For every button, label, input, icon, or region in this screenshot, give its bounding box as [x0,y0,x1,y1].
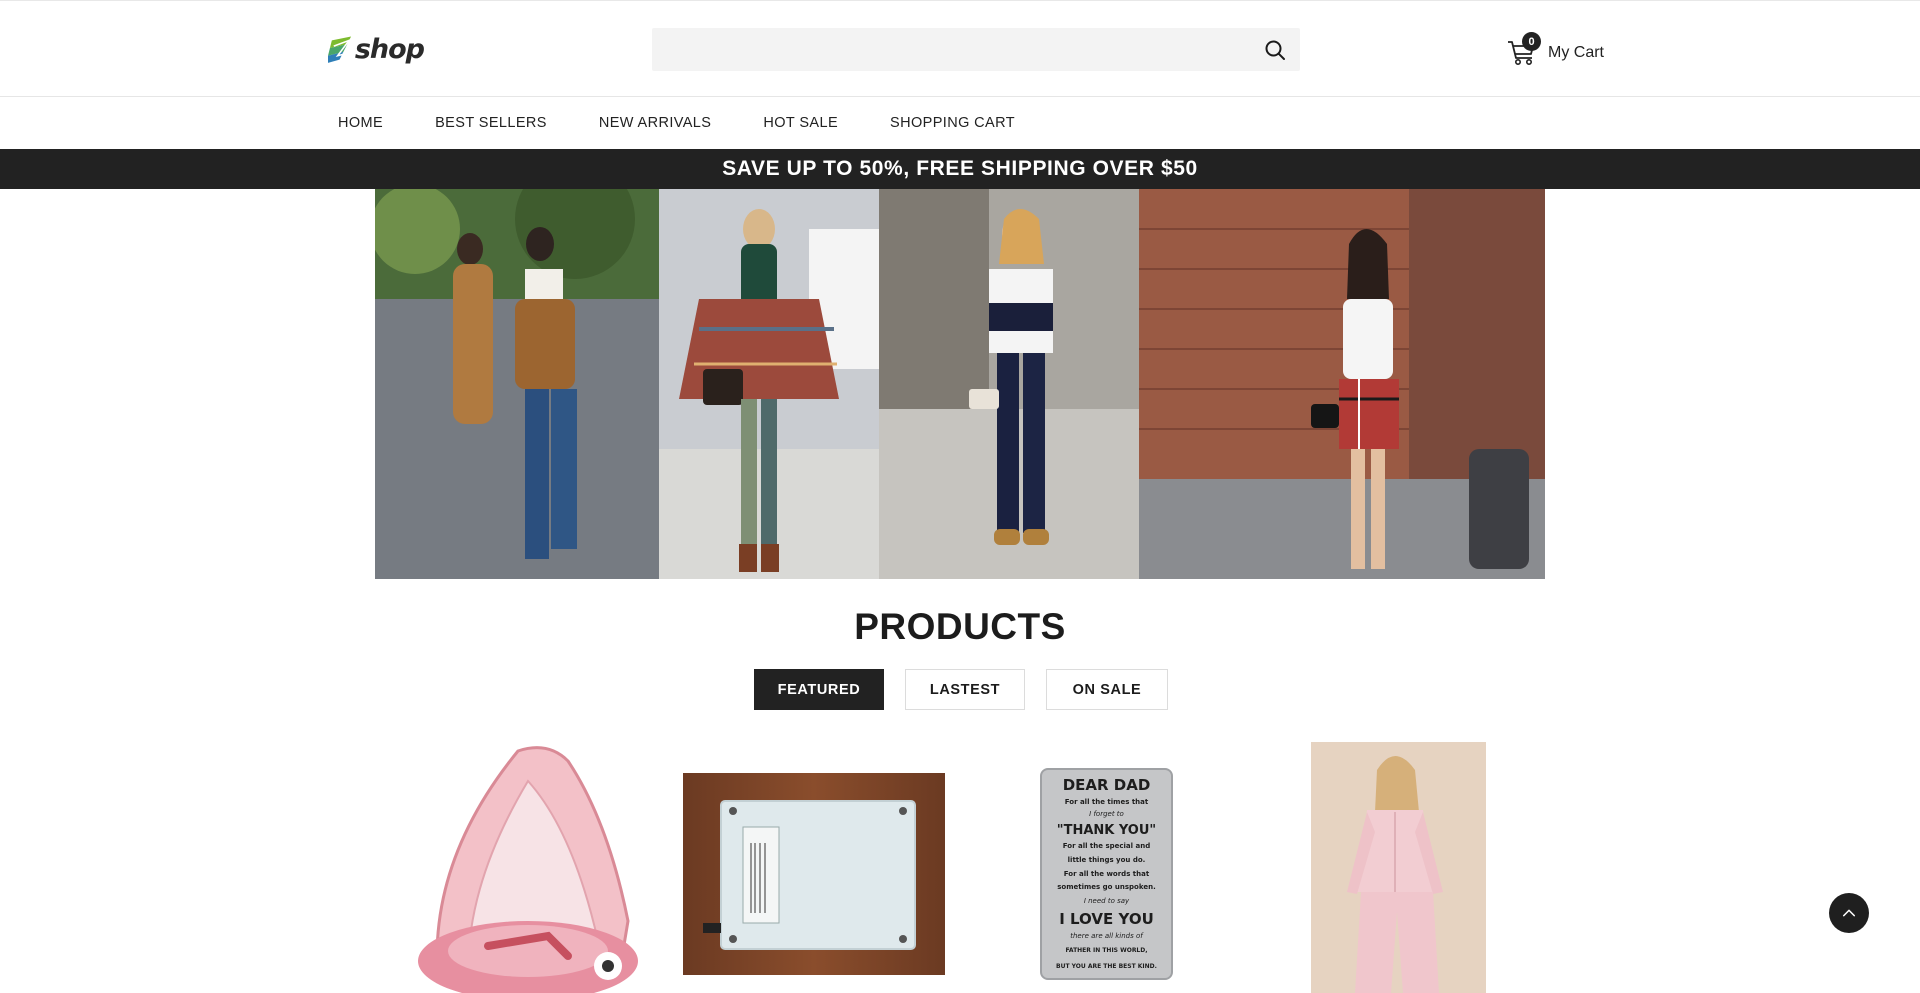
card-line-5: For all the special and [1063,842,1150,850]
logo-mark-icon [328,36,354,63]
nav-item-new-arrivals[interactable]: NEW ARRIVALS [599,115,712,131]
search-button[interactable] [1264,39,1286,61]
search-bar [652,28,1300,71]
card-line-1: DEAR DAD [1063,776,1151,794]
hero-panel-striped-tee [879,189,1139,579]
my-cart-link[interactable]: 0 My Cart [1506,29,1604,69]
product-card-4[interactable] [1311,742,1486,993]
card-line-11: there are all kinds of [1070,932,1144,940]
products-title: PRODUCTS [854,606,1066,647]
nav-item-best-sellers[interactable]: BEST SELLERS [435,115,547,131]
logo-text: shop [354,33,425,65]
card-line-3: I forget to [1089,810,1124,818]
promo-banner: SAVE UP TO 50%, FREE SHIPPING OVER $50 [0,149,1920,189]
product-card-3[interactable]: DEAR DAD For all the times that I forget… [1040,768,1173,980]
tab-on-sale[interactable]: ON SALE [1046,669,1168,710]
card-line-12: FATHER IN THIS WORLD, [1065,947,1147,954]
card-line-9: I need to say [1084,897,1130,905]
card-line-7: For all the words that [1064,870,1150,878]
nav-item-home[interactable]: HOME [338,115,383,131]
card-line-8: sometimes go unspoken. [1057,883,1155,891]
hero-banner[interactable] [375,189,1545,579]
product-image-dear-dad-card: DEAR DAD For all the times that I forget… [1040,768,1173,980]
hero-panel-street-walk [375,189,659,579]
product-card-2[interactable] [683,773,945,975]
product-card-1[interactable] [398,741,642,993]
nav-item-shopping-cart[interactable]: SHOPPING CART [890,115,1015,131]
hero-panel-plaid-poncho [659,189,879,579]
product-tabs: FEATURED LASTEST ON SALE [754,669,1189,710]
site-logo[interactable]: shop [328,31,425,67]
card-line-10: I LOVE YOU [1059,910,1154,928]
nav-item-hot-sale[interactable]: HOT SALE [763,115,838,131]
card-line-13: BUT YOU ARE THE BEST KIND. [1056,963,1157,970]
top-header: shop 0 My Cart [0,0,1920,97]
product-image-electronic-device [683,773,945,975]
product-image-baby-float [418,746,638,993]
chevron-up-icon [1842,909,1856,917]
tab-lastest[interactable]: LASTEST [905,669,1025,710]
cart-icon-wrap: 0 [1506,32,1541,66]
main-nav: HOME BEST SELLERS NEW ARRIVALS HOT SALE … [0,97,1920,149]
card-line-2: For all the times that [1065,798,1149,806]
cart-count-badge: 0 [1522,32,1541,51]
search-input[interactable] [652,28,1242,71]
tab-featured[interactable]: FEATURED [754,669,884,710]
hero-panel-plaid-skirt [1139,189,1545,579]
product-image-pink-pajamas [1311,742,1486,993]
card-line-6: little things you do. [1068,856,1146,864]
cart-label: My Cart [1548,44,1604,61]
search-icon [1265,40,1285,60]
back-to-top-button[interactable] [1829,893,1869,933]
card-line-4: "THANK YOU" [1057,823,1156,838]
